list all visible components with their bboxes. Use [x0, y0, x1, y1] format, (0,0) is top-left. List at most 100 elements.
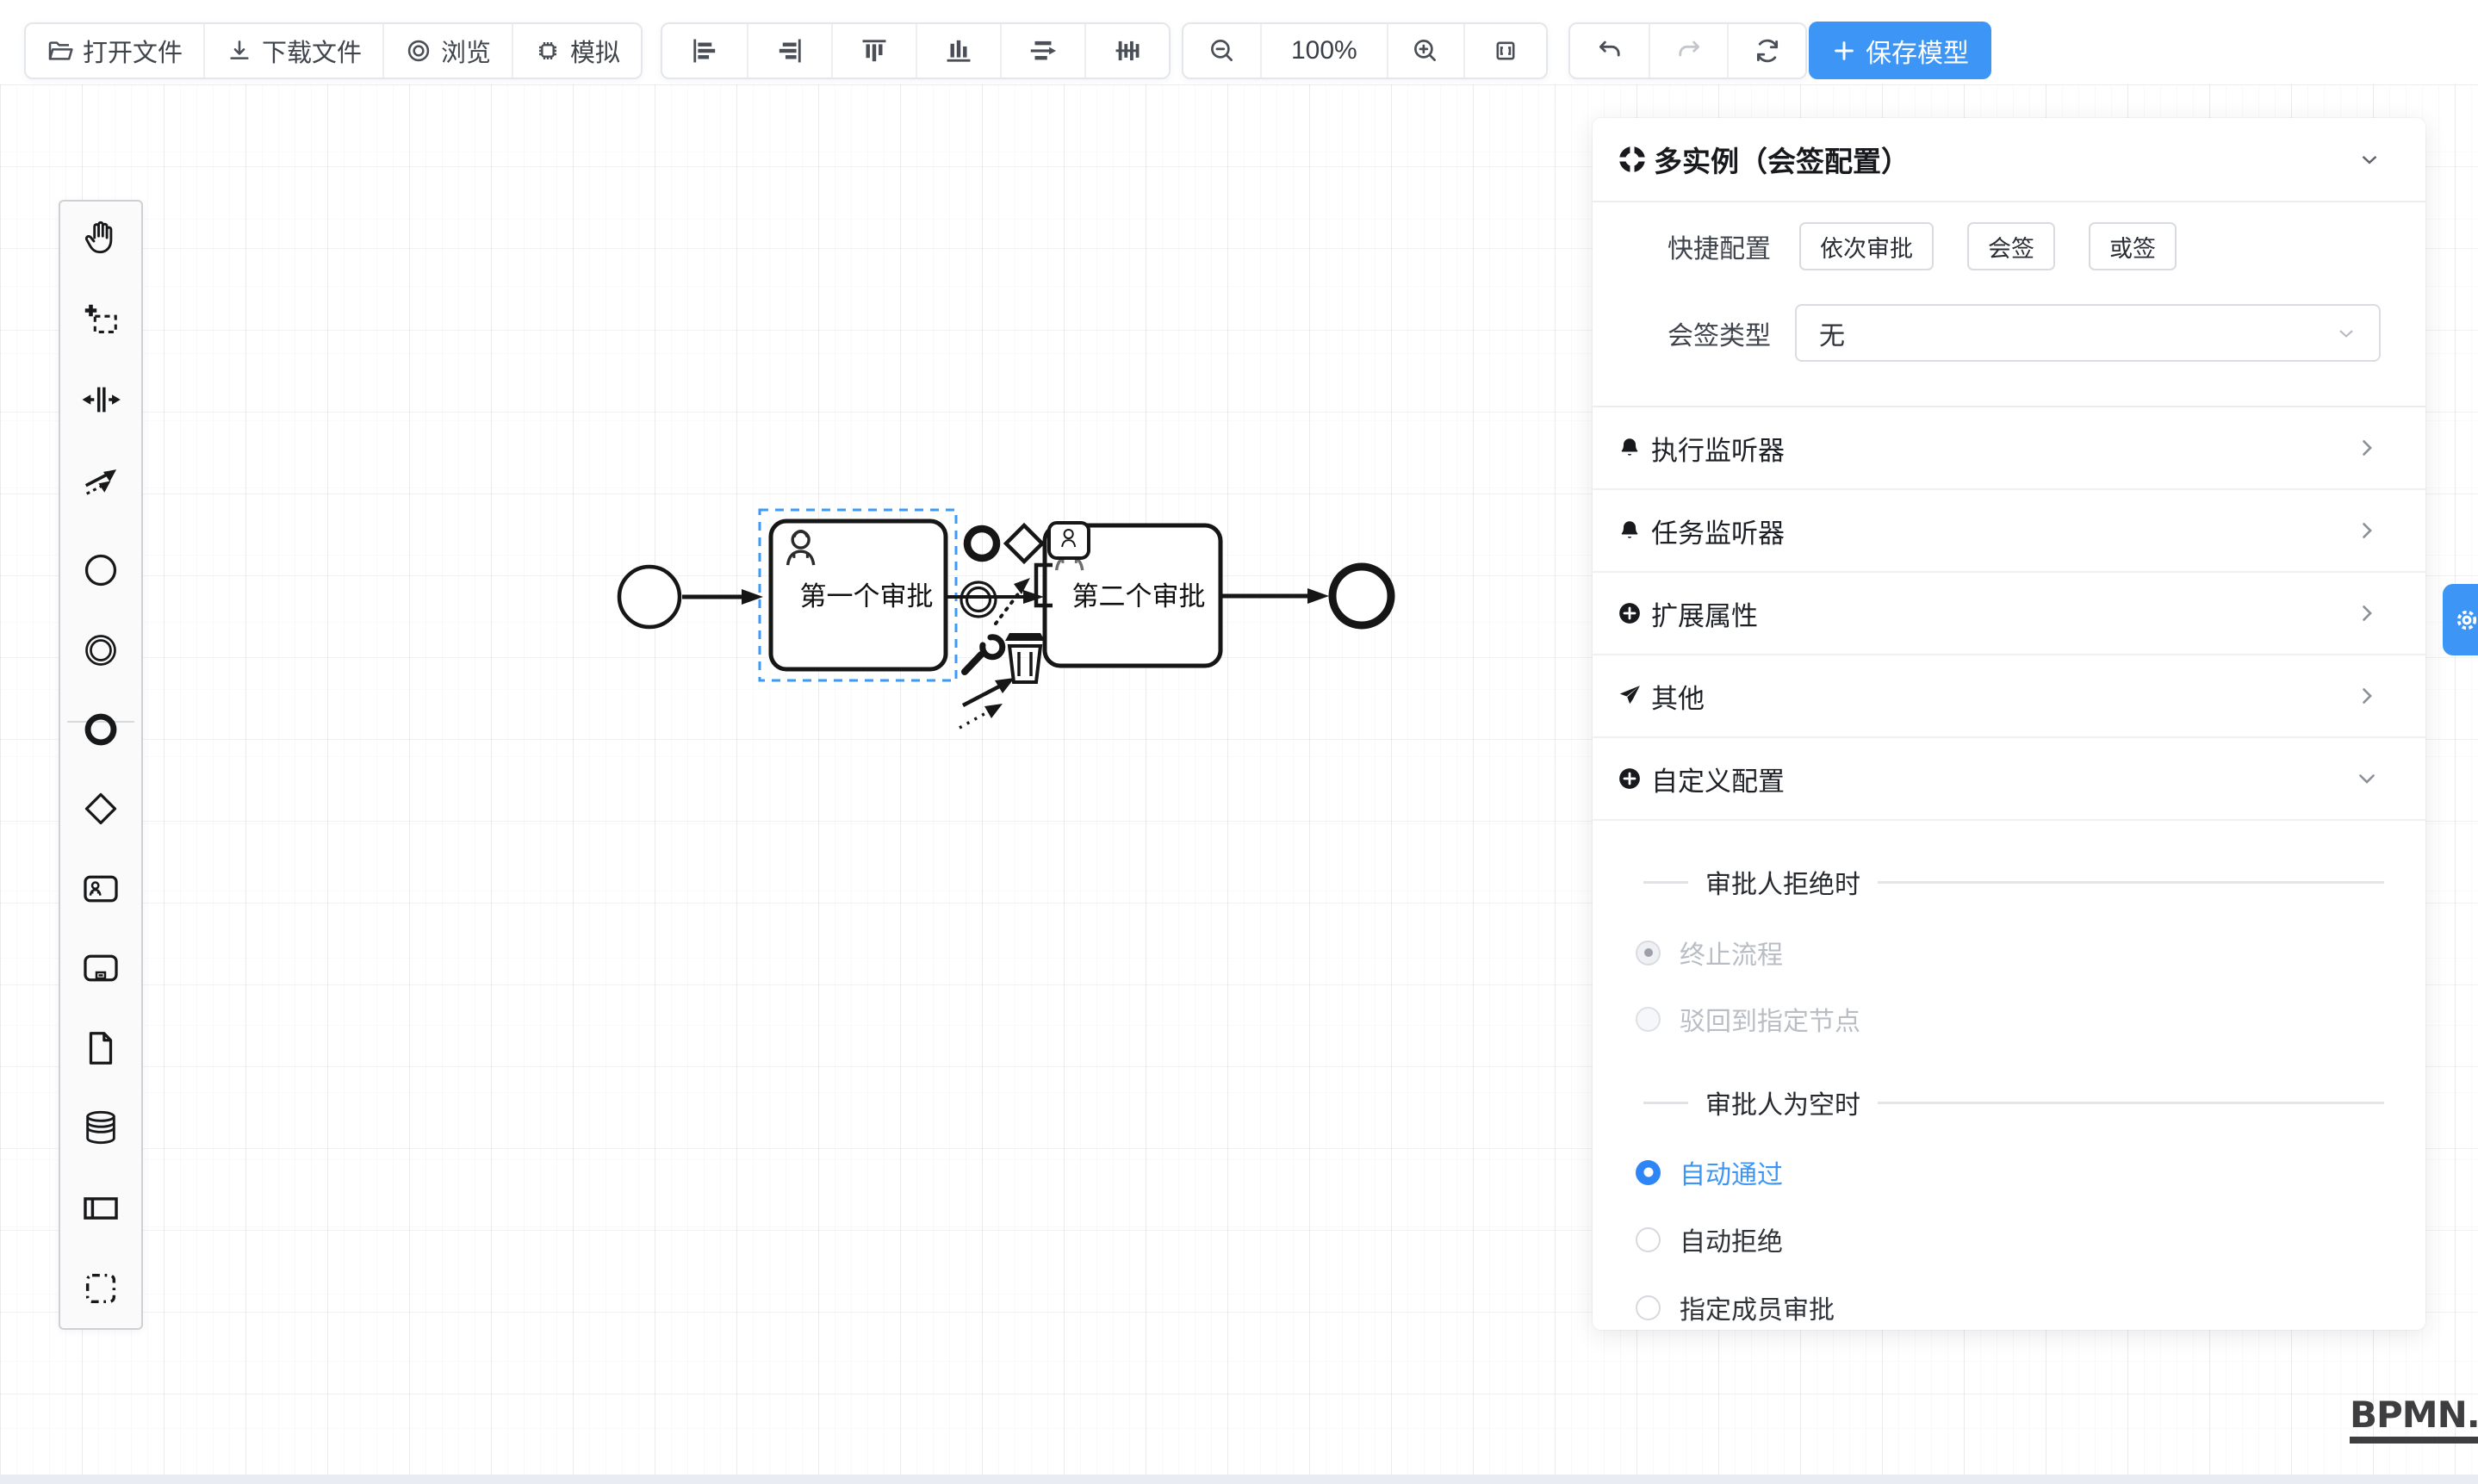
create-start-event[interactable] [80, 550, 121, 591]
sign-type-label: 会签类型 [1593, 314, 1771, 352]
append-user-task-icon[interactable] [1049, 523, 1089, 558]
align-right-icon [773, 34, 806, 67]
radio-icon [1636, 1227, 1661, 1252]
section-task-listener[interactable]: 任务监听器 [1593, 490, 2425, 573]
align-top-button[interactable] [831, 24, 916, 78]
panel-header[interactable]: 多实例（会签配置） [1593, 118, 2425, 202]
end-event-node[interactable] [1332, 567, 1391, 625]
sequence-flow-1[interactable] [682, 589, 763, 605]
or-sign-button[interactable]: 或签 [2089, 222, 2177, 270]
zoom-out-button[interactable] [1183, 24, 1260, 78]
align-center-horizontal-icon [1027, 34, 1059, 67]
hand-tool[interactable] [80, 217, 121, 258]
section-label: 自定义配置 [1651, 760, 1785, 798]
align-bottom-icon [942, 34, 975, 67]
connect-arrow-icon[interactable] [960, 678, 1015, 728]
align-bottom-button[interactable] [916, 24, 1000, 78]
section-extended-properties[interactable]: 扩展属性 [1593, 573, 2425, 655]
chevron-right-icon [2355, 518, 2379, 543]
undo-button[interactable] [1570, 24, 1649, 78]
create-group[interactable] [80, 1268, 121, 1309]
radio-icon [1636, 941, 1661, 966]
align-left-icon [688, 34, 721, 67]
open-file-button[interactable]: 打开文件 [26, 24, 203, 78]
align-center-horizontal-button[interactable] [1000, 24, 1084, 78]
countersign-button[interactable]: 会签 [1967, 222, 2055, 270]
create-data-store[interactable] [80, 1107, 121, 1148]
preview-icon [405, 37, 432, 65]
create-gateway[interactable] [80, 788, 121, 829]
sequence-flow-3[interactable] [1220, 588, 1329, 604]
quick-config-buttons: 依次审批 会签 或签 [1799, 222, 2177, 270]
folder-open-icon [47, 37, 74, 65]
bottom-scrollbar-track[interactable] [0, 1475, 2478, 1484]
settings-tab[interactable] [2443, 584, 2478, 655]
lasso-tool-icon [81, 301, 121, 340]
radio-return-to-node: 驳回到指定节点 [1593, 1000, 2425, 1038]
zoom-level: 100% [1260, 24, 1387, 78]
redo-icon [1674, 36, 1704, 65]
file-button-group: 打开文件 下载文件 浏览 模拟 [24, 22, 643, 79]
sign-type-row: 会签类型 无 [1593, 304, 2425, 362]
space-tool[interactable] [80, 379, 121, 420]
undo-icon [1595, 36, 1624, 65]
radio-assign-member[interactable]: 指定成员审批 [1593, 1288, 2425, 1326]
data-store-icon [81, 1108, 121, 1147]
preview-button[interactable]: 浏览 [382, 24, 512, 78]
save-model-button[interactable]: 保存模型 [1809, 22, 1991, 79]
create-intermediate-event[interactable] [80, 630, 121, 671]
sign-type-select[interactable]: 无 [1795, 304, 2381, 362]
wrench-icon[interactable] [965, 637, 1003, 672]
lasso-tool[interactable] [80, 300, 121, 341]
zoom-in-button[interactable] [1387, 24, 1463, 78]
redo-button[interactable] [1649, 24, 1727, 78]
append-gateway-icon[interactable] [1006, 525, 1042, 562]
trash-icon[interactable] [1005, 633, 1045, 682]
empty-group-title-text: 审批人为空时 [1705, 1084, 1860, 1121]
group-icon [81, 1269, 121, 1308]
distribute-horizontal-button[interactable] [1084, 24, 1169, 78]
watermark-underline [2350, 1437, 2478, 1444]
create-end-event[interactable] [80, 709, 121, 750]
section-label: 其他 [1651, 677, 1705, 716]
start-event-node[interactable] [619, 567, 680, 627]
align-button-group [661, 22, 1171, 79]
task-node-1[interactable]: 第一个审批 [771, 521, 946, 669]
global-connect-tool[interactable] [80, 459, 121, 500]
bpmn-io-watermark[interactable]: BPMN.iO [2350, 1394, 2478, 1444]
append-intermediate-event-icon[interactable] [961, 582, 996, 617]
chevron-down-icon[interactable] [2357, 146, 2382, 172]
restart-icon [1753, 36, 1782, 65]
fit-viewport-button[interactable] [1463, 24, 1546, 78]
sequential-approval-button[interactable]: 依次审批 [1799, 222, 1934, 270]
fit-viewport-icon [1491, 36, 1520, 65]
radio-auto-reject[interactable]: 自动拒绝 [1593, 1220, 2425, 1258]
sign-type-value: 无 [1819, 314, 1845, 352]
section-other[interactable]: 其他 [1593, 655, 2425, 738]
bell-icon [1617, 518, 1643, 543]
task-label: 第一个审批 [800, 581, 934, 612]
section-label: 扩展属性 [1651, 594, 1758, 633]
zoom-in-icon [1411, 36, 1440, 65]
participant-pool-icon [81, 1189, 121, 1228]
section-execution-listener[interactable]: 执行监听器 [1593, 407, 2425, 490]
create-data-object[interactable] [80, 1028, 121, 1069]
restart-button[interactable] [1727, 24, 1805, 78]
radio-auto-pass[interactable]: 自动通过 [1593, 1153, 2425, 1191]
chevron-down-icon [2334, 321, 2358, 345]
watermark-text: BPMN.iO [2350, 1394, 2478, 1436]
align-left-button[interactable] [662, 24, 747, 78]
space-tool-icon [81, 380, 121, 419]
chevron-right-icon [2355, 684, 2379, 708]
download-file-button[interactable]: 下载文件 [203, 24, 382, 78]
zoom-button-group: 100% [1182, 22, 1548, 79]
align-right-button[interactable] [747, 24, 831, 78]
section-custom-config[interactable]: 自定义配置 [1593, 738, 2425, 821]
bell-icon [1617, 435, 1643, 461]
create-subprocess[interactable] [80, 947, 121, 989]
create-user-task[interactable] [80, 868, 121, 910]
subprocess-icon [81, 948, 121, 988]
append-end-event-icon[interactable] [967, 529, 997, 558]
create-participant[interactable] [80, 1188, 121, 1229]
simulate-button[interactable]: 模拟 [512, 24, 641, 78]
